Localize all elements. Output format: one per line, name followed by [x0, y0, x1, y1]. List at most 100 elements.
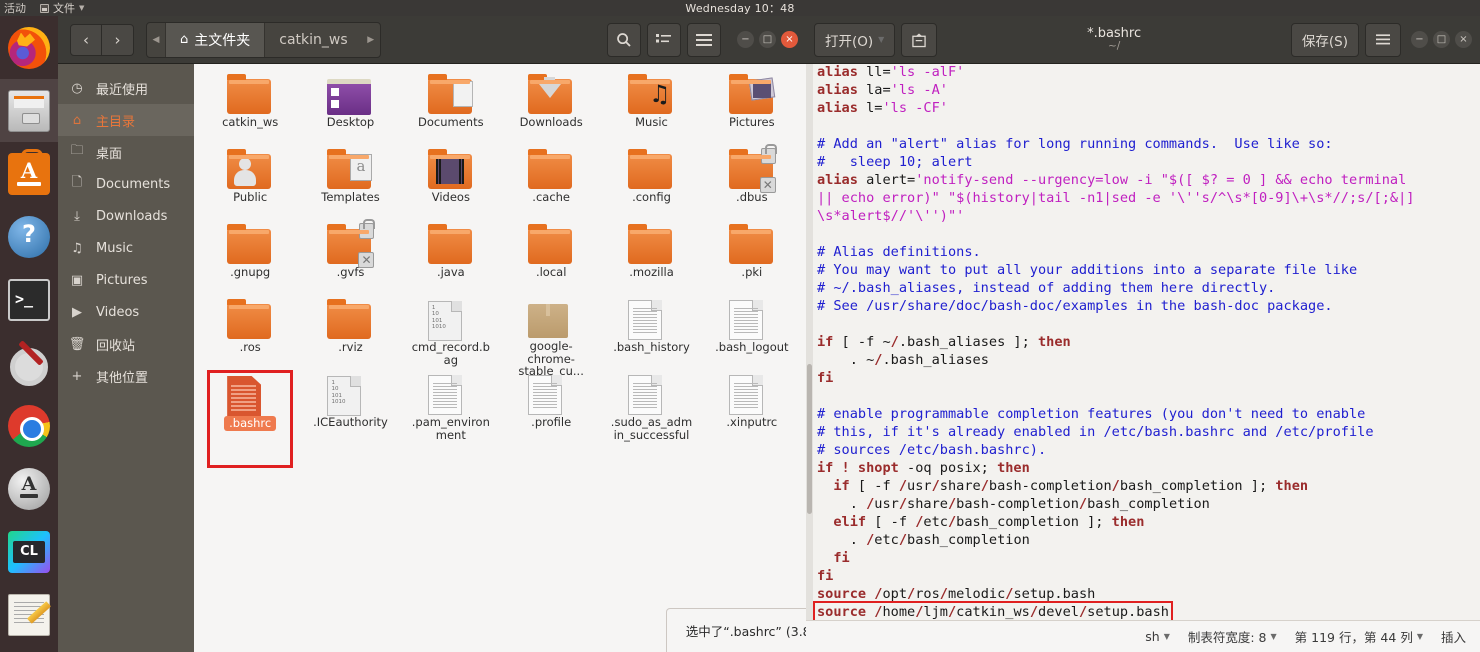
file-item[interactable]: .gnupg: [200, 224, 300, 299]
file-item[interactable]: catkin_ws: [200, 74, 300, 149]
sidebar-item-videos[interactable]: ▶ Videos: [58, 296, 194, 328]
tab-width-selector[interactable]: 制表符宽度: 8 ▼: [1188, 627, 1277, 646]
activities-button[interactable]: 活动: [4, 0, 26, 16]
file-item[interactable]: .cache: [501, 149, 601, 224]
dock-item-help[interactable]: [0, 205, 58, 268]
file-item[interactable]: Downloads: [501, 74, 601, 149]
file-item[interactable]: 1 10 101 1010 .ICEauthority: [300, 374, 400, 449]
clock[interactable]: Wednesday 10：48: [685, 0, 794, 16]
file-item[interactable]: .bashrc: [200, 370, 300, 468]
tab-catkin-ws[interactable]: catkin_ws: [264, 22, 361, 57]
dock-item-firefox[interactable]: [0, 16, 58, 79]
file-item[interactable]: .config: [601, 149, 701, 224]
source-code[interactable]: alias ll='ls -alF' alias la='ls -A' alia…: [813, 64, 1418, 620]
home-icon: ⌂: [72, 112, 82, 128]
sidebar-item-downloads[interactable]: ⤓ Downloads: [58, 200, 194, 232]
dock-item-software-updater[interactable]: [0, 457, 58, 520]
hamburger-icon: [1376, 34, 1390, 45]
dock-item-files[interactable]: [0, 79, 58, 142]
back-button[interactable]: ‹: [70, 23, 102, 56]
file-item[interactable]: Public: [200, 149, 300, 224]
tab-scroll-left-icon[interactable]: ◀: [147, 23, 165, 57]
view-options-button[interactable]: [647, 22, 681, 57]
dock-item-terminal[interactable]: [0, 268, 58, 331]
dock-item-chrome[interactable]: [0, 394, 58, 457]
sidebar-item-pictures[interactable]: ▣ Pictures: [58, 264, 194, 296]
sidebar-item-回收站[interactable]: 🗑 回收站: [58, 328, 194, 360]
file-item[interactable]: .sudo_as_admin_successful: [601, 374, 701, 449]
file-item[interactable]: .profile: [501, 374, 601, 449]
file-item[interactable]: .pam_environment: [401, 374, 501, 449]
file-item[interactable]: Desktop: [300, 74, 400, 149]
minimize-button[interactable]: −: [1411, 31, 1428, 48]
open-button[interactable]: 打开(O) ▼: [814, 22, 896, 57]
file-item[interactable]: .bash_history: [601, 299, 701, 374]
sidebar-item-主目录[interactable]: ⌂ 主目录: [58, 104, 194, 136]
sidebar-item-桌面[interactable]: 🗀 桌面: [58, 136, 194, 168]
file-item[interactable]: Documents: [401, 74, 501, 149]
file-item[interactable]: google-chrome-stable_cu...: [501, 299, 601, 377]
file-item-label: Templates: [321, 190, 380, 204]
folder-icon: 🗀: [70, 143, 84, 158]
maximize-button[interactable]: □: [759, 31, 776, 48]
open-button-label: 打开(O): [825, 33, 874, 50]
folder-icon: ✕: [728, 144, 777, 193]
editor-scrollbar[interactable]: [806, 64, 813, 620]
maximize-button[interactable]: □: [1433, 31, 1450, 48]
file-item[interactable]: Templates: [300, 149, 400, 224]
sidebar-item-label: Videos: [96, 304, 140, 320]
document-icon: [728, 375, 763, 415]
minimize-button[interactable]: −: [737, 31, 754, 48]
file-item[interactable]: 1 10 101 1010 cmd_record.bag: [401, 299, 501, 374]
file-item[interactable]: .rviz: [300, 299, 400, 374]
file-item[interactable]: .java: [401, 224, 501, 299]
gedit-window: 打开(O) ▼ *.bashrc ~/ 保存(S) − □ × alias ll…: [806, 16, 1480, 652]
sidebar-item-label: Documents: [96, 176, 171, 192]
file-item[interactable]: ✕ .dbus: [702, 144, 802, 224]
cursor-position[interactable]: 第 119 行，第 44 列 ▼: [1295, 627, 1423, 646]
file-item[interactable]: .ros: [200, 299, 300, 374]
document-icon: 🗋: [71, 175, 83, 190]
file-item[interactable]: .mozilla: [601, 224, 701, 299]
tab-home[interactable]: ⌂ 主文件夹: [165, 22, 265, 57]
dock-item-clion[interactable]: [0, 520, 58, 583]
close-button[interactable]: ×: [781, 31, 798, 48]
file-item[interactable]: ✕ .gvfs: [300, 219, 400, 299]
close-button[interactable]: ×: [1455, 31, 1472, 48]
gedit-menu-button[interactable]: [1365, 22, 1401, 57]
document-icon: [628, 375, 663, 415]
file-grid[interactable]: catkin_ws Desktop Documents Downloads ♫ Music…: [194, 64, 806, 652]
dock-item-settings[interactable]: [0, 331, 58, 394]
save-button[interactable]: 保存(S): [1290, 22, 1359, 57]
files-header-actions: − □ ×: [607, 22, 798, 57]
app-menu-files[interactable]: 文件 ▼: [40, 0, 84, 16]
file-item[interactable]: .xinputrc: [702, 374, 802, 449]
forward-button[interactable]: ›: [102, 23, 134, 56]
file-item[interactable]: ♫ Music: [601, 74, 701, 149]
sidebar-item-最近使用[interactable]: ◷ 最近使用: [58, 72, 194, 104]
gedit-text-area[interactable]: alias ll='ls -alF' alias la='ls -A' alia…: [806, 64, 1480, 620]
file-item[interactable]: .bash_logout: [702, 299, 802, 374]
folder-icon: [728, 224, 773, 264]
language-selector[interactable]: sh ▼: [1145, 629, 1170, 644]
new-document-button[interactable]: [901, 22, 938, 57]
dock-item-ubuntu-software[interactable]: [0, 142, 58, 205]
file-item-label: catkin_ws: [222, 115, 279, 129]
chevron-down-icon: ▼: [1270, 632, 1277, 641]
sidebar-item-music[interactable]: ♫ Music: [58, 232, 194, 264]
file-item[interactable]: Pictures: [702, 74, 802, 149]
file-item[interactable]: .local: [501, 224, 601, 299]
file-item[interactable]: .pki: [702, 224, 802, 299]
settings-icon: [8, 342, 50, 386]
sidebar-item-其他位置[interactable]: + 其他位置: [58, 360, 194, 392]
path-tabs: ◀ ⌂ 主文件夹 catkin_ws ▶: [146, 21, 381, 58]
tab-scroll-right-icon[interactable]: ▶: [362, 23, 380, 57]
dock-item-text-editor[interactable]: [0, 583, 58, 646]
sidebar-item-documents[interactable]: 🗋 Documents: [58, 168, 194, 200]
search-button[interactable]: [607, 22, 641, 57]
main-menu-button[interactable]: [687, 22, 721, 57]
update-icon: [8, 467, 50, 510]
file-item[interactable]: Videos: [401, 149, 501, 224]
tab-home-label: 主文件夹: [194, 32, 251, 49]
scrollbar-thumb[interactable]: [807, 364, 812, 514]
